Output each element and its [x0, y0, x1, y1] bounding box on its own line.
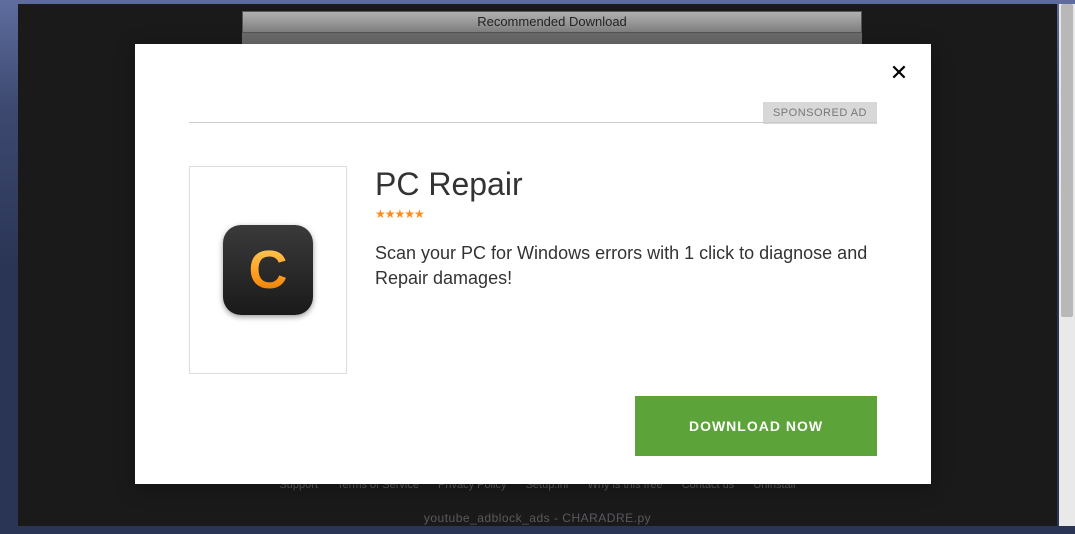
close-button[interactable]: ✕: [887, 62, 911, 86]
product-image-box: C: [189, 166, 347, 374]
product-icon: C: [223, 225, 313, 315]
ad-modal: ✕ SPONSORED AD C PC Repair ★★★★★ Scan yo…: [135, 44, 931, 484]
product-title: PC Repair: [375, 166, 877, 203]
sponsored-badge: SPONSORED AD: [763, 102, 877, 124]
product-description: Scan your PC for Windows errors with 1 c…: [375, 241, 877, 291]
download-button[interactable]: DOWNLOAD NOW: [635, 396, 877, 456]
modal-overlay: ✕ SPONSORED AD C PC Repair ★★★★★ Scan yo…: [0, 0, 1075, 534]
rating-stars: ★★★★★: [375, 207, 877, 221]
product-icon-letter: C: [249, 239, 288, 301]
close-icon: ✕: [890, 60, 908, 85]
header-placeholder: [171, 86, 489, 116]
divider: [189, 122, 877, 123]
